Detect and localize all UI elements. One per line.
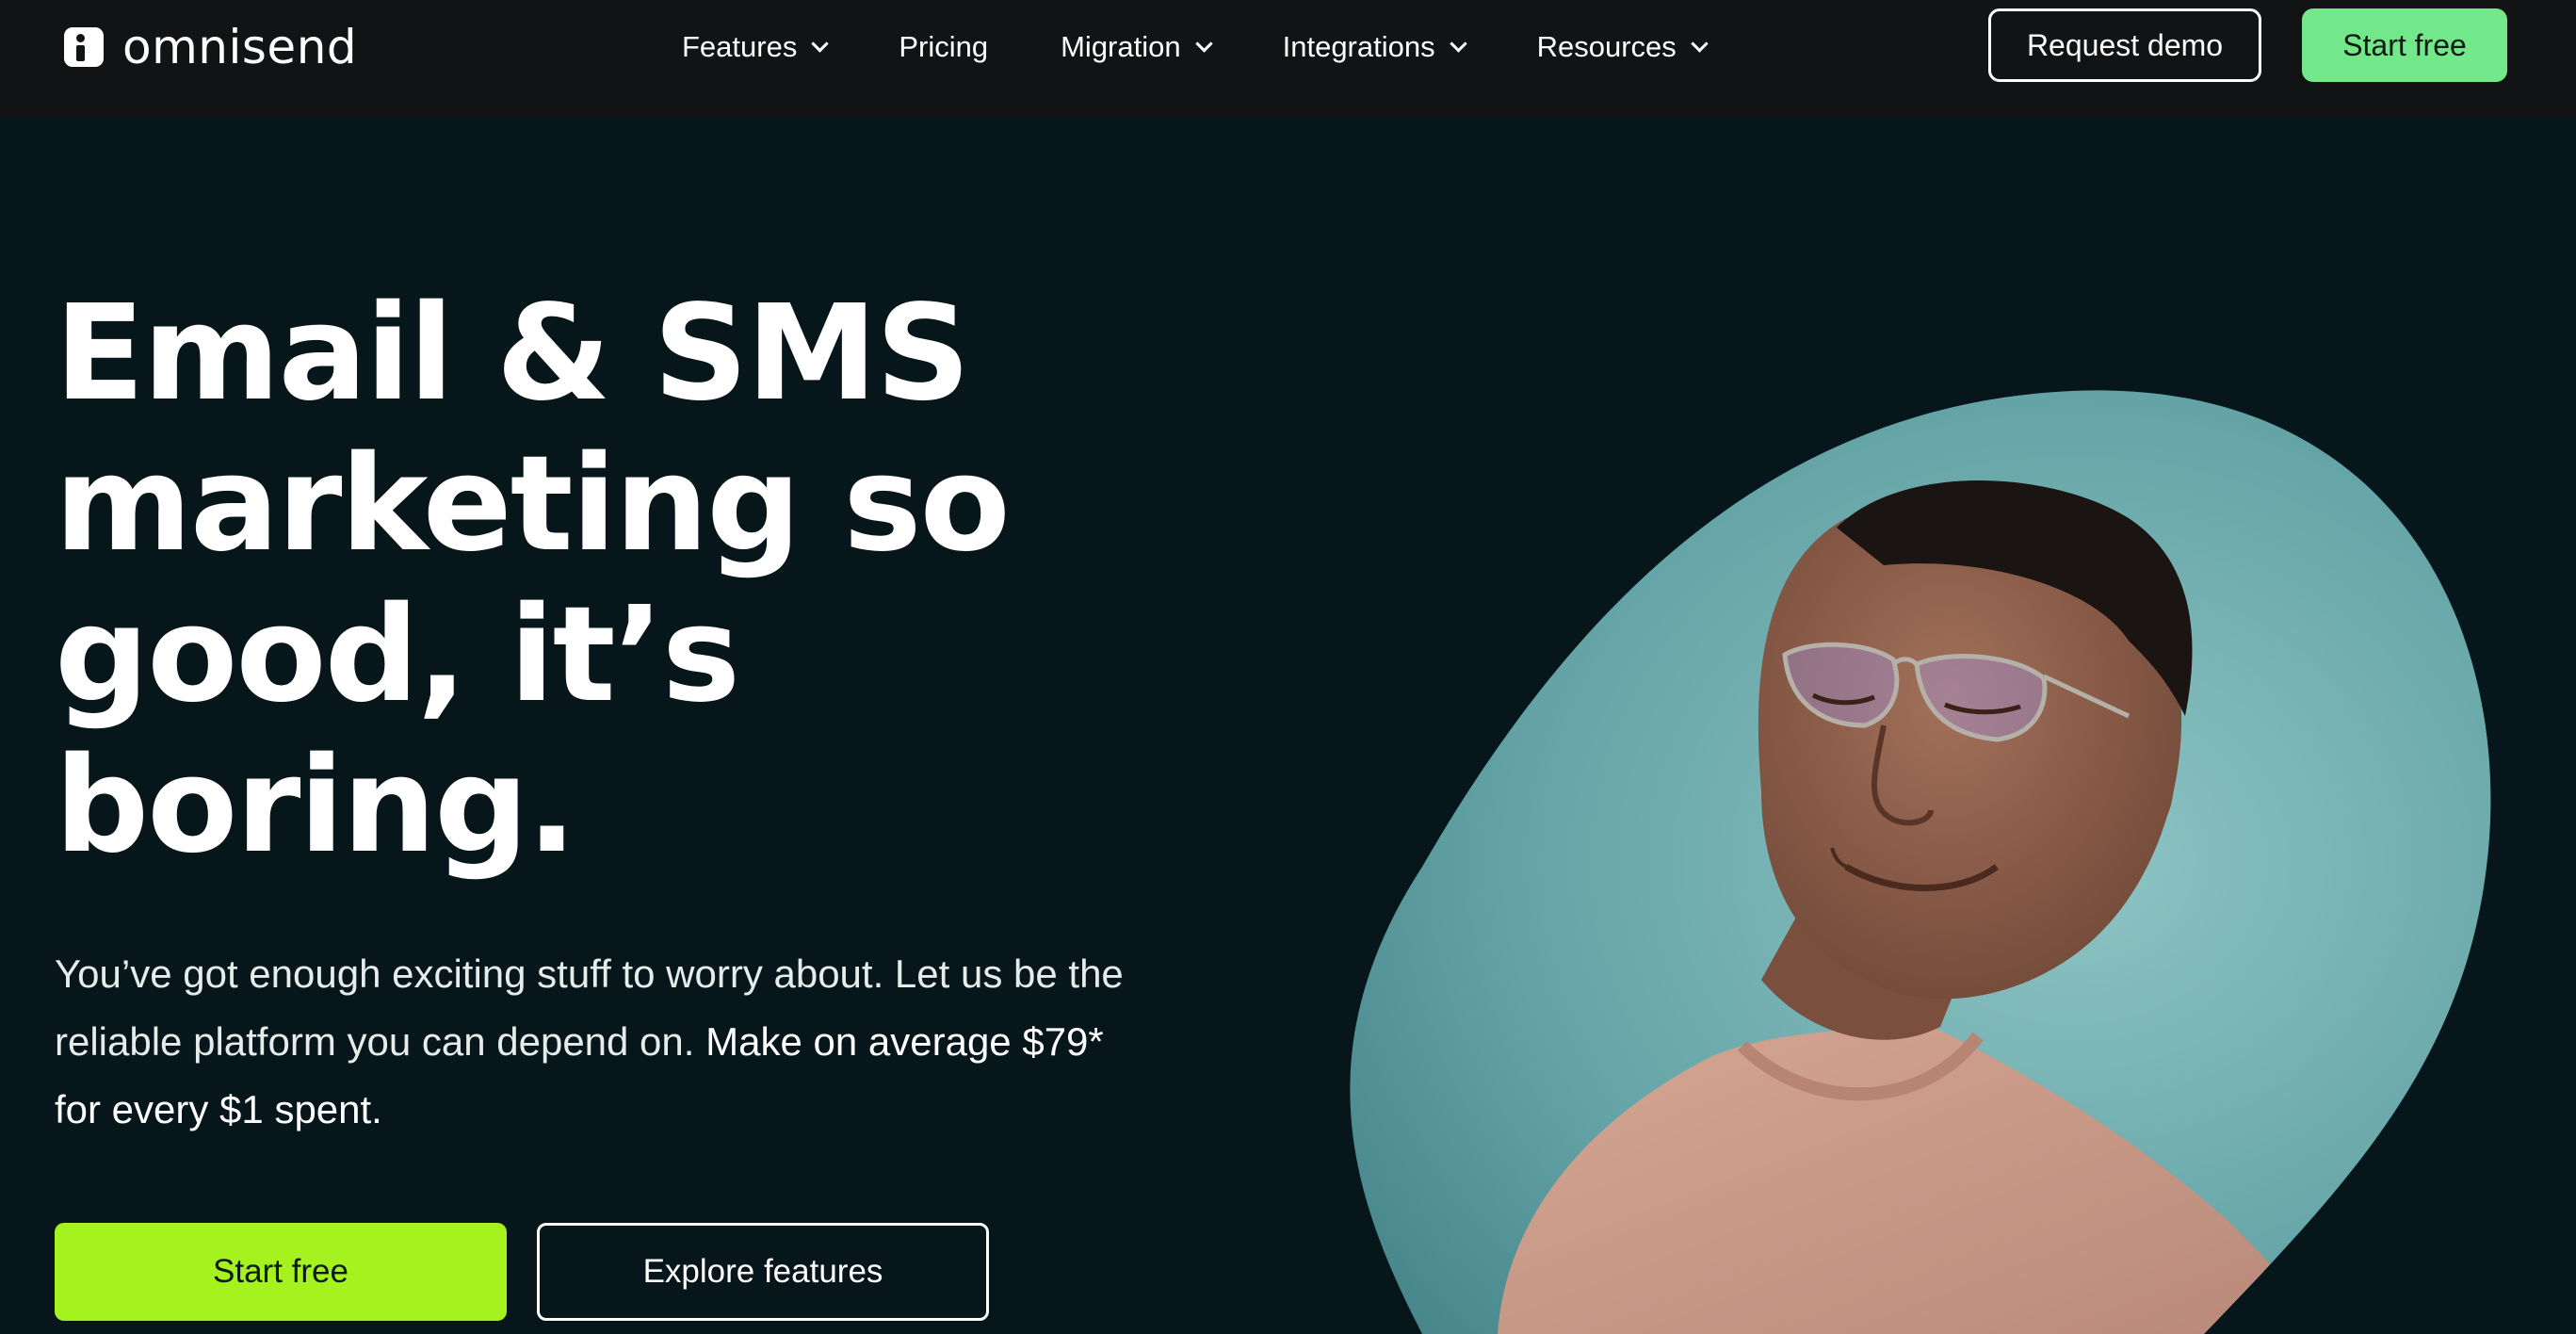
start-free-button[interactable]: Start free <box>55 1223 507 1321</box>
hero-photo <box>1350 390 2491 1334</box>
start-free-header-button[interactable]: Start free <box>2302 8 2507 82</box>
hero-headline-line-3: good, it’s <box>55 578 740 732</box>
hero-headline: Email & SMS marketing so good, it’s bori… <box>55 279 1185 882</box>
nav-integrations-label: Integrations <box>1282 30 1435 63</box>
logo-wordmark: omnisend <box>122 20 358 74</box>
hero-subtext: You’ve got enough exciting stuff to worr… <box>55 940 1128 1144</box>
chevron-down-icon <box>1194 34 1213 53</box>
chevron-down-icon <box>811 34 830 53</box>
request-demo-button[interactable]: Request demo <box>1988 8 2261 82</box>
nav-features[interactable]: Features <box>682 30 830 64</box>
hero-headline-line-2: marketing so <box>55 428 1011 581</box>
explore-features-button[interactable]: Explore features <box>537 1223 989 1321</box>
nav-migration-label: Migration <box>1061 30 1181 63</box>
nav-pricing-label: Pricing <box>899 30 989 63</box>
nav-pricing[interactable]: Pricing <box>899 30 988 64</box>
omnisend-logo-icon <box>64 27 104 67</box>
nav-features-label: Features <box>682 30 798 63</box>
nav-migration[interactable]: Migration <box>1061 30 1213 64</box>
hero-headline-line-1: Email & SMS <box>55 277 971 431</box>
nav-resources[interactable]: Resources <box>1536 30 1709 64</box>
chevron-down-icon <box>1449 34 1467 53</box>
nav-resources-label: Resources <box>1536 30 1677 63</box>
main-nav: Features Pricing Migration Integrations … <box>682 23 1778 72</box>
nav-integrations[interactable]: Integrations <box>1282 30 1467 64</box>
chevron-down-icon <box>1691 34 1709 53</box>
hero-headline-line-4: boring. <box>55 729 577 883</box>
top-navigation-bar: omnisend Features Pricing Migration Inte… <box>0 0 2576 117</box>
omnisend-logo[interactable]: omnisend <box>64 20 358 74</box>
